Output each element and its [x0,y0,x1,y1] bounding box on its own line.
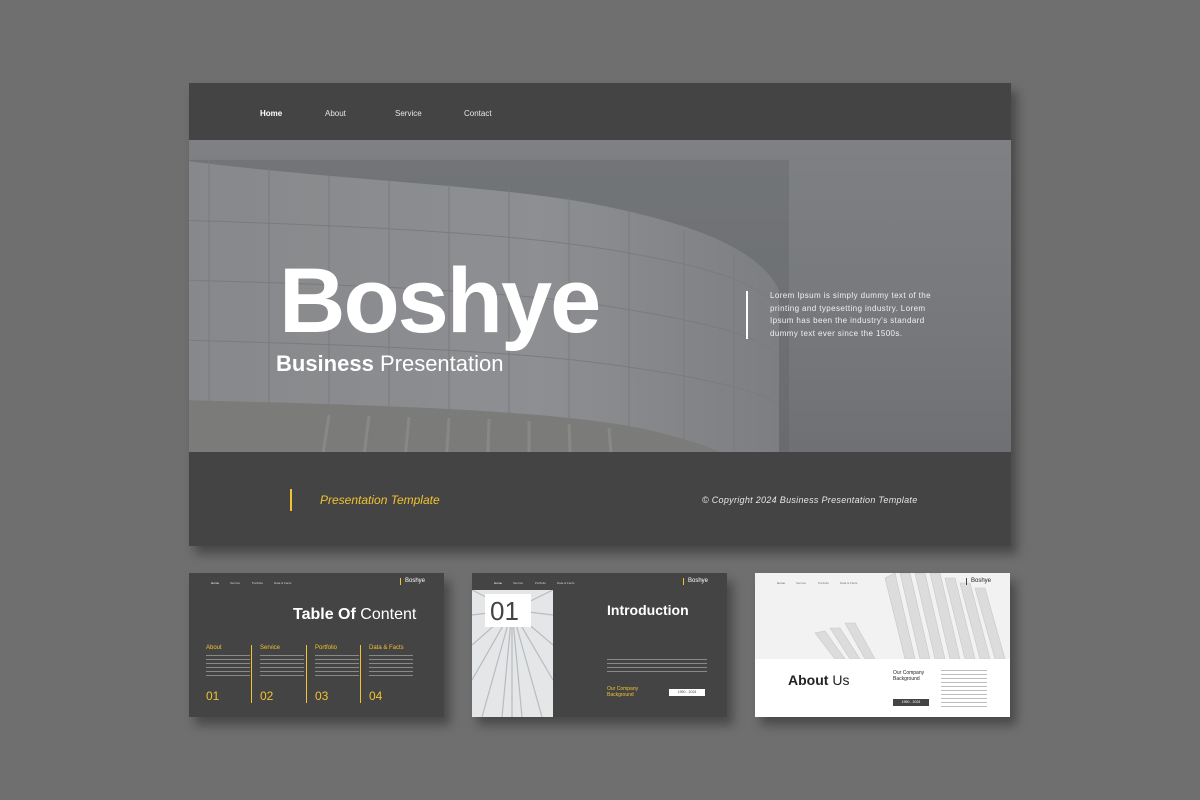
about-background-label: Our Company Background [893,670,925,682]
nav-contact[interactable]: Contact [464,109,492,118]
intro-background-label: Our Company Background [607,686,639,698]
nav-home[interactable]: Home [260,109,282,118]
hero-description: Lorem Ipsum is simply dummy text of the … [770,291,931,338]
intro-years-badge: 1990 - 2024 [669,689,705,696]
hero-subtitle-rest: Presentation [379,351,504,376]
toc-item-label: Portfolio [315,645,338,651]
toc-item[interactable]: Data & Facts 04 [369,645,417,707]
toc-divider [306,645,307,703]
toc-item-number: 04 [369,689,383,703]
about-photo-art [755,573,1010,659]
slide-footer: Presentation Template © Copyright 2024 B… [189,452,1011,546]
toc-divider [360,645,361,703]
about-years-badge: 1990 - 2024 [893,699,929,706]
toc-item-text [369,655,413,677]
thumb-nav-item: Data & Facts [840,581,858,585]
brand-accent-bar [683,578,684,585]
toc-title-bold: Table Of [293,606,356,623]
footer-template-label: Presentation Template [320,493,440,507]
about-title-rest: Us [832,672,850,688]
slide-nav-bar: Home About Service Contact [189,83,1011,140]
toc-title: Table Of Content [293,606,416,624]
toc-item[interactable]: Service 02 [260,645,308,707]
thumb-nav-item: Data & Facts [274,581,292,585]
about-title: About Us [788,672,849,688]
about-body-text [941,670,987,708]
intro-body-text [607,659,707,673]
toc-item-number: 03 [315,689,329,703]
hero-title: Boshye [279,250,601,352]
thumb-nav-item: Service [796,581,807,585]
toc-divider [251,645,252,703]
brand-accent-bar [966,578,967,585]
toc-item[interactable]: About 01 [206,645,254,707]
footer-copyright: © Copyright 2024 Business Presentation T… [702,495,918,505]
nav-service[interactable]: Service [395,109,422,118]
thumb-nav-item: Service [230,581,241,585]
toc-item-label: Service [260,645,281,651]
footer-accent-bar [290,489,292,511]
thumb-nav-item: Home [494,581,503,585]
thumb-nav-item: Data & Facts [557,581,575,585]
toc-item-text [315,655,359,677]
thumb-table-of-content[interactable]: Home Service Portfolio Data & Facts Bosh… [189,573,444,717]
thumb-nav-item: Portfolio [535,581,547,585]
intro-number: 01 [490,596,519,626]
thumb-nav-item: Home [777,581,786,585]
nav-about[interactable]: About [325,109,346,118]
hero-divider [746,291,748,339]
thumb-about-us[interactable]: Home Service Portfolio Data & Facts Bosh… [755,573,1010,717]
thumb-introduction[interactable]: Home Service Portfolio Data & Facts Bosh… [472,573,727,717]
toc-item-text [260,655,304,677]
brand-accent-bar [400,578,401,585]
toc-item-number: 02 [260,689,274,703]
brand-name: Boshye [971,578,992,584]
thumb-nav-item: Portfolio [252,581,264,585]
brand-name: Boshye [405,578,426,584]
toc-item-label: About [206,645,222,651]
hero-image: Boshye Business Presentation Lorem Ipsum… [189,140,1011,452]
toc-item[interactable]: Portfolio 03 [315,645,363,707]
about-title-bold: About [788,672,829,688]
toc-item-number: 01 [206,689,220,703]
brand-name: Boshye [688,578,709,584]
hero-subtitle-bold: Business [276,351,374,376]
toc-item-label: Data & Facts [369,645,404,651]
hero-subtitle: Business Presentation [276,353,503,375]
about-photo [755,573,1010,659]
toc-title-rest: Content [360,606,417,623]
thumb-nav-item: Portfolio [818,581,830,585]
intro-title: Introduction [607,602,689,618]
thumb-nav-item: Home [211,581,220,585]
toc-item-text [206,655,250,677]
main-slide-preview: Home About Service Contact Boshye Busine… [189,83,1011,546]
thumb-nav-item: Service [513,581,524,585]
